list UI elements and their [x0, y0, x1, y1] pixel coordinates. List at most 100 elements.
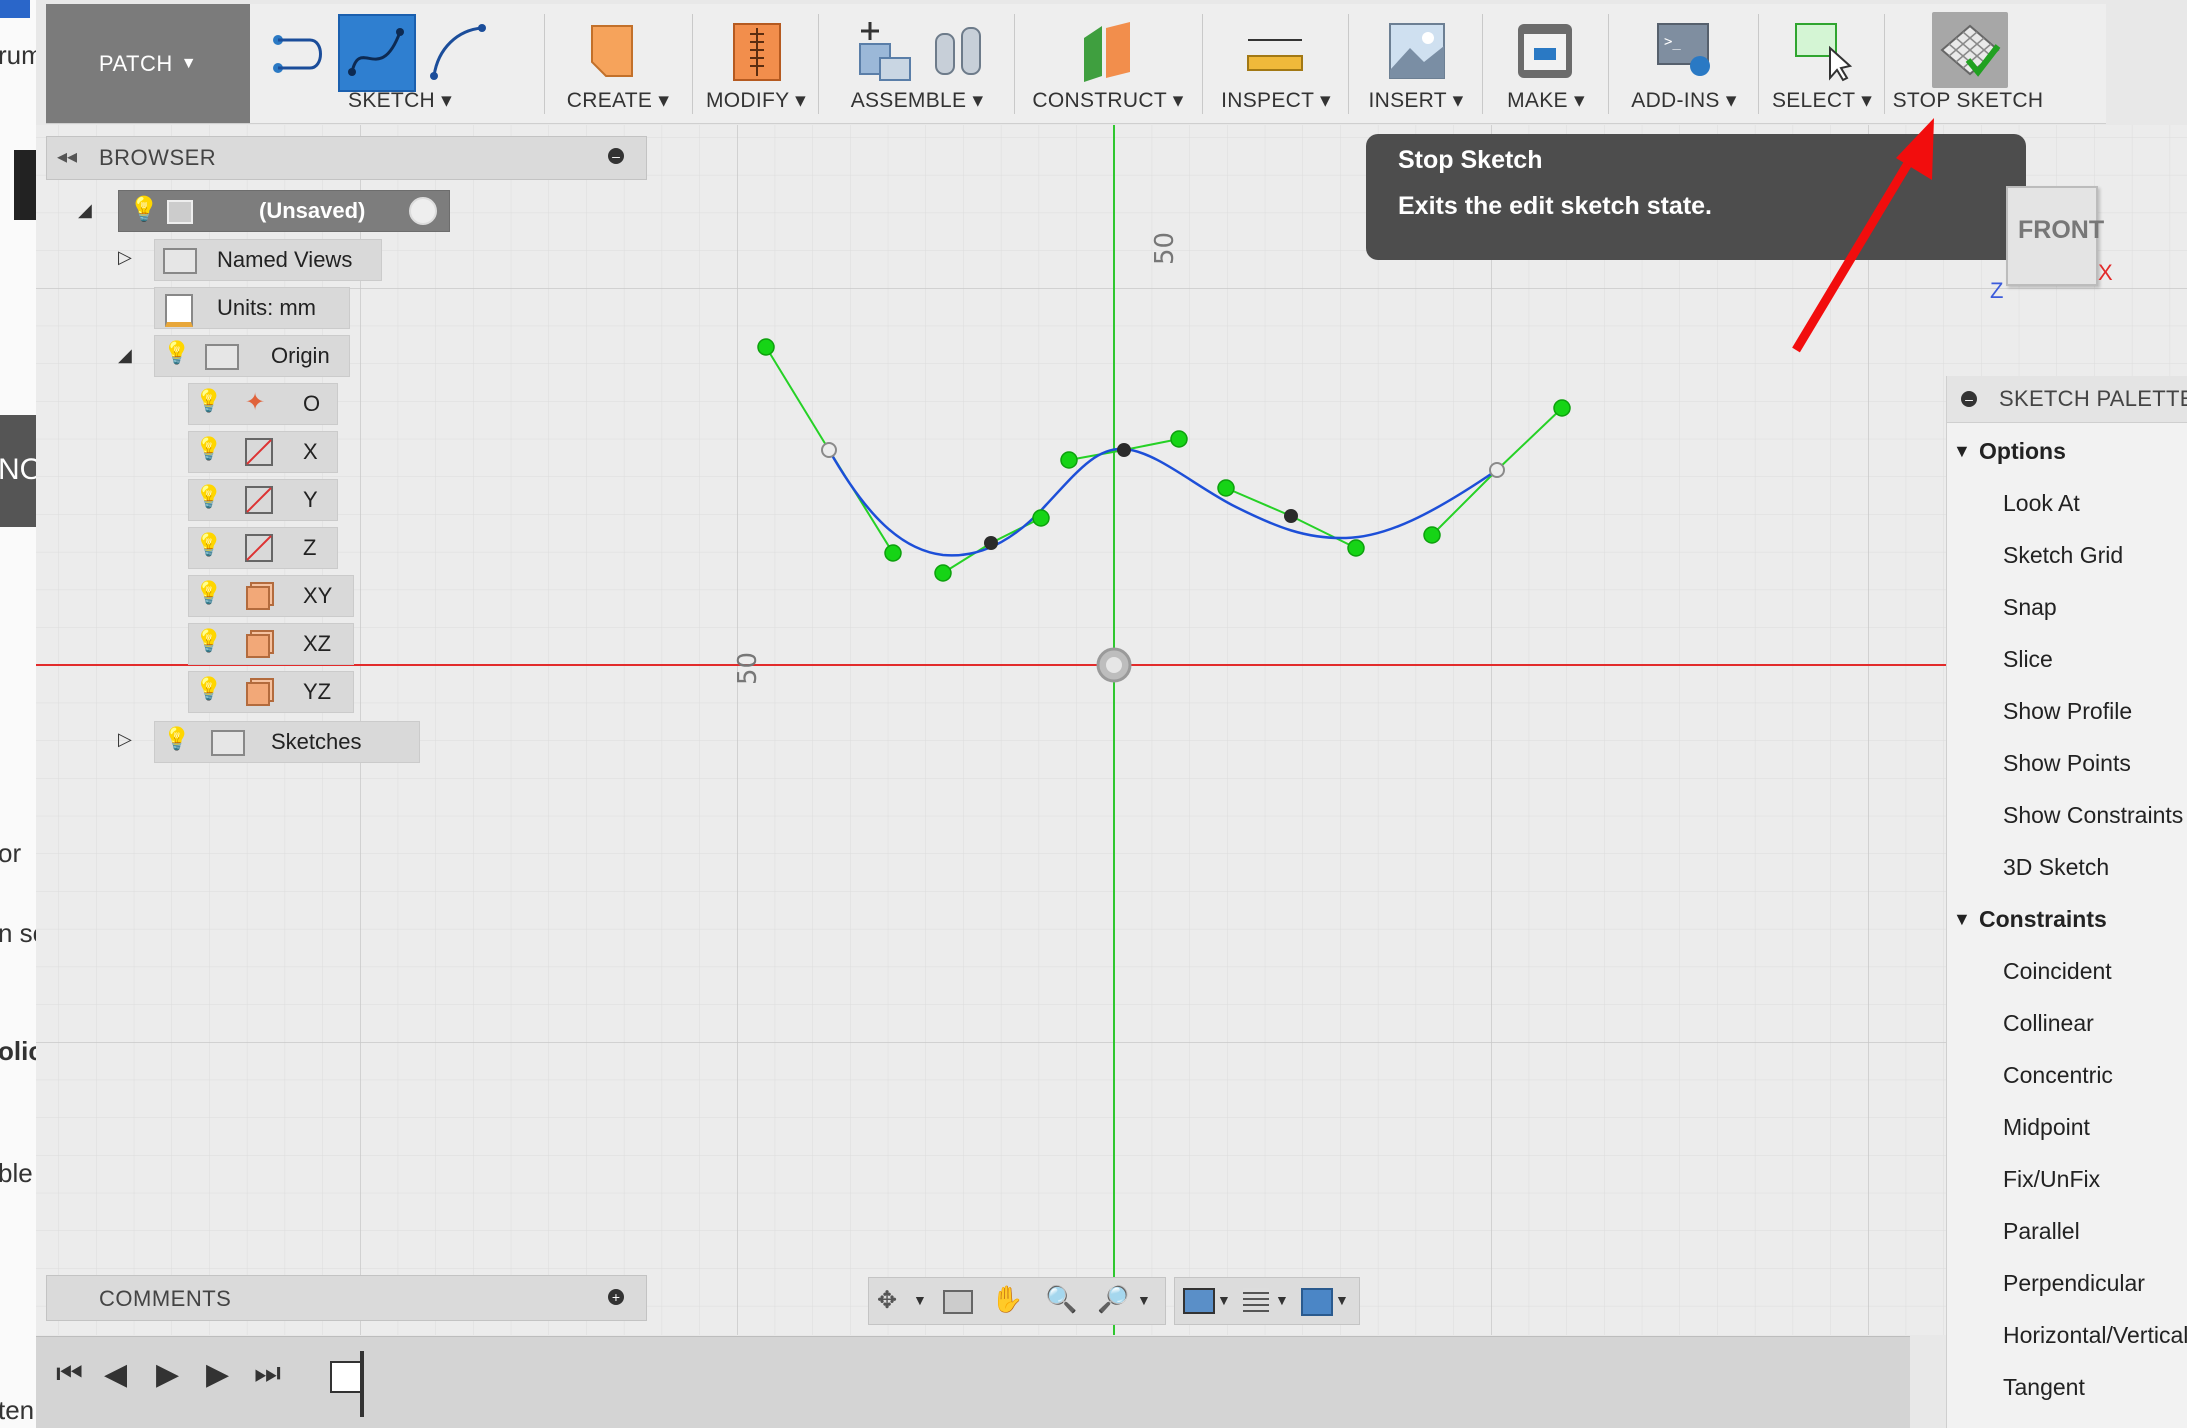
- toolbar-group-add-ins[interactable]: >_ ADD-INS ▾: [1612, 4, 1756, 123]
- expand-triangle-icon[interactable]: ▷: [118, 247, 132, 268]
- toolbar-group-label: MODIFY ▾: [705, 89, 807, 112]
- origin-item-xy[interactable]: 💡 XY: [188, 575, 354, 617]
- visibility-bulb-icon[interactable]: 💡: [195, 532, 222, 558]
- palette-option-3d-sketch[interactable]: 3D Sketch: [2003, 854, 2109, 881]
- collapse-triangle-icon[interactable]: ◢: [118, 345, 132, 366]
- panel-minimize-icon[interactable]: –: [608, 148, 624, 164]
- toolbar-group-inspect[interactable]: INSPECT ▾: [1206, 4, 1346, 123]
- constraint-fix-unfix[interactable]: Fix/UnFix: [2003, 1166, 2100, 1193]
- arc-tool-icon[interactable]: [424, 18, 490, 84]
- sketch-feature-icon[interactable]: [330, 1361, 362, 1393]
- toolbar-group-insert[interactable]: INSERT ▾: [1352, 4, 1480, 123]
- fit-icon[interactable]: 🔎: [1097, 1284, 1129, 1315]
- play-icon[interactable]: ▶: [156, 1357, 179, 1392]
- chevron-down-icon[interactable]: ▼: [1335, 1292, 1349, 1308]
- palette-option-sketch-grid[interactable]: Sketch Grid: [2003, 542, 2123, 569]
- panel-expand-icon[interactable]: +: [608, 1289, 624, 1305]
- panel-minimize-icon[interactable]: –: [1961, 391, 1977, 407]
- toolbar-divider: [1884, 14, 1885, 114]
- palette-section-constraints[interactable]: ▼ Constraints: [1953, 906, 2107, 933]
- palette-option-show-profile[interactable]: Show Profile: [2003, 698, 2132, 725]
- collapse-triangle-icon[interactable]: ◢: [78, 200, 92, 221]
- create-icon: [591, 25, 633, 77]
- section-chevron-down-icon: ▼: [1953, 441, 1971, 461]
- activate-radio-icon[interactable]: [409, 197, 437, 225]
- browser-root-node[interactable]: 💡 (Unsaved): [118, 190, 450, 232]
- step-forward-icon[interactable]: ▶: [206, 1357, 229, 1392]
- palette-option-show-points[interactable]: Show Points: [2003, 750, 2131, 777]
- chevron-down-icon[interactable]: ▼: [913, 1292, 927, 1308]
- palette-option-show-constraints[interactable]: Show Constraints: [2003, 802, 2183, 829]
- origin-item-xz[interactable]: 💡 XZ: [188, 623, 354, 665]
- visibility-bulb-icon[interactable]: 💡: [163, 726, 190, 752]
- origin-item-o[interactable]: 💡 ✦ O: [188, 383, 338, 425]
- browser-panel-header[interactable]: ◂◂ BROWSER –: [46, 136, 647, 180]
- visibility-bulb-icon[interactable]: 💡: [195, 580, 222, 606]
- viewports-icon[interactable]: [1301, 1288, 1333, 1316]
- visibility-bulb-icon[interactable]: 💡: [163, 340, 190, 366]
- browser-sketches[interactable]: 💡 Sketches: [154, 721, 420, 763]
- chevron-down-icon[interactable]: ▼: [1275, 1292, 1289, 1308]
- expand-triangle-icon[interactable]: ▷: [118, 729, 132, 750]
- pan-hand-icon[interactable]: ✋: [991, 1284, 1023, 1315]
- visibility-bulb-icon[interactable]: 💡: [195, 484, 222, 510]
- toolbar-group-sketch[interactable]: SKETCH ▾: [260, 4, 540, 123]
- browser-named-views[interactable]: Named Views: [154, 239, 382, 281]
- visibility-bulb-icon[interactable]: 💡: [195, 436, 222, 462]
- palette-option-slice[interactable]: Slice: [2003, 646, 2053, 673]
- spline-tool-active-bg[interactable]: [338, 14, 416, 92]
- look-at-icon[interactable]: [943, 1290, 973, 1314]
- workspace-switcher-button[interactable]: PATCH ▼: [46, 4, 250, 123]
- constraint-coincident[interactable]: Coincident: [2003, 958, 2112, 985]
- grid-settings-icon[interactable]: [1243, 1288, 1269, 1312]
- toolbar-group-label: SKETCH ▾: [348, 89, 452, 112]
- collapse-panel-icon[interactable]: ◂◂: [57, 144, 77, 169]
- constraint-concentric[interactable]: Concentric: [2003, 1062, 2113, 1089]
- orbit-icon[interactable]: ✥: [877, 1286, 897, 1315]
- origin-item-z[interactable]: 💡 Z: [188, 527, 338, 569]
- comments-panel-header[interactable]: COMMENTS +: [46, 1275, 647, 1321]
- skip-to-start-icon[interactable]: ⏮: [56, 1357, 83, 1391]
- visibility-bulb-icon[interactable]: 💡: [129, 195, 159, 224]
- tree-item-label: Named Views: [217, 247, 353, 272]
- constraint-parallel[interactable]: Parallel: [2003, 1218, 2080, 1245]
- visibility-bulb-icon[interactable]: 💡: [195, 628, 222, 654]
- viewcube[interactable]: FRONT X Z: [1976, 150, 2116, 310]
- viewcube-front-face[interactable]: FRONT: [2006, 186, 2104, 286]
- constraint-collinear[interactable]: Collinear: [2003, 1010, 2094, 1037]
- constraint-perpendicular[interactable]: Perpendicular: [2003, 1270, 2145, 1297]
- timeline-marker[interactable]: [360, 1351, 364, 1417]
- display-settings-icon[interactable]: [1183, 1288, 1215, 1314]
- navigation-bar: ✥ ▼ ✋ 🔍 🔎 ▼ ▼ ▼ ▼: [868, 1277, 1360, 1325]
- step-back-icon[interactable]: ◀: [104, 1357, 127, 1392]
- toolbar-group-assemble[interactable]: ASSEMBLE ▾: [822, 4, 1012, 123]
- browser-origin[interactable]: 💡 Origin: [154, 335, 350, 377]
- zoom-icon[interactable]: 🔍: [1045, 1284, 1077, 1315]
- sketch-palette-header[interactable]: – SKETCH PALETTE: [1947, 376, 2187, 423]
- skip-to-end-icon[interactable]: ⏭: [254, 1357, 281, 1391]
- tree-item-label: YZ: [303, 679, 332, 704]
- browser-units[interactable]: Units: mm: [154, 287, 350, 329]
- toolbar-group-create[interactable]: CREATE ▾: [548, 4, 688, 123]
- origin-item-yz[interactable]: 💡 YZ: [188, 671, 354, 713]
- palette-option-snap[interactable]: Snap: [2003, 594, 2057, 621]
- constraint-horizontal-vertical[interactable]: Horizontal/Vertical: [2003, 1322, 2187, 1349]
- visibility-bulb-icon[interactable]: 💡: [195, 676, 222, 702]
- constraint-tangent[interactable]: Tangent: [2003, 1374, 2085, 1401]
- chevron-down-icon[interactable]: ▼: [1137, 1292, 1151, 1308]
- constraint-midpoint[interactable]: Midpoint: [2003, 1114, 2090, 1141]
- background-text: olic: [0, 1036, 36, 1066]
- palette-section-options[interactable]: ▼ Options: [1953, 438, 2066, 465]
- origin-item-x[interactable]: 💡 X: [188, 431, 338, 473]
- origin-point-icon: ✦: [245, 389, 266, 416]
- line-tool-icon[interactable]: [266, 18, 332, 84]
- palette-option-look-at[interactable]: Look At: [2003, 490, 2080, 517]
- chevron-down-icon[interactable]: ▼: [1217, 1292, 1231, 1308]
- stop-sketch-icon: [1940, 24, 2001, 77]
- section-chevron-down-icon: ▼: [1953, 909, 1971, 929]
- toolbar-group-make[interactable]: MAKE ▾: [1486, 4, 1606, 123]
- toolbar-group-construct[interactable]: CONSTRUCT ▾: [1018, 4, 1198, 123]
- origin-item-y[interactable]: 💡 Y: [188, 479, 338, 521]
- visibility-bulb-icon[interactable]: 💡: [195, 388, 222, 414]
- toolbar-group-modify[interactable]: MODIFY ▾: [696, 4, 816, 123]
